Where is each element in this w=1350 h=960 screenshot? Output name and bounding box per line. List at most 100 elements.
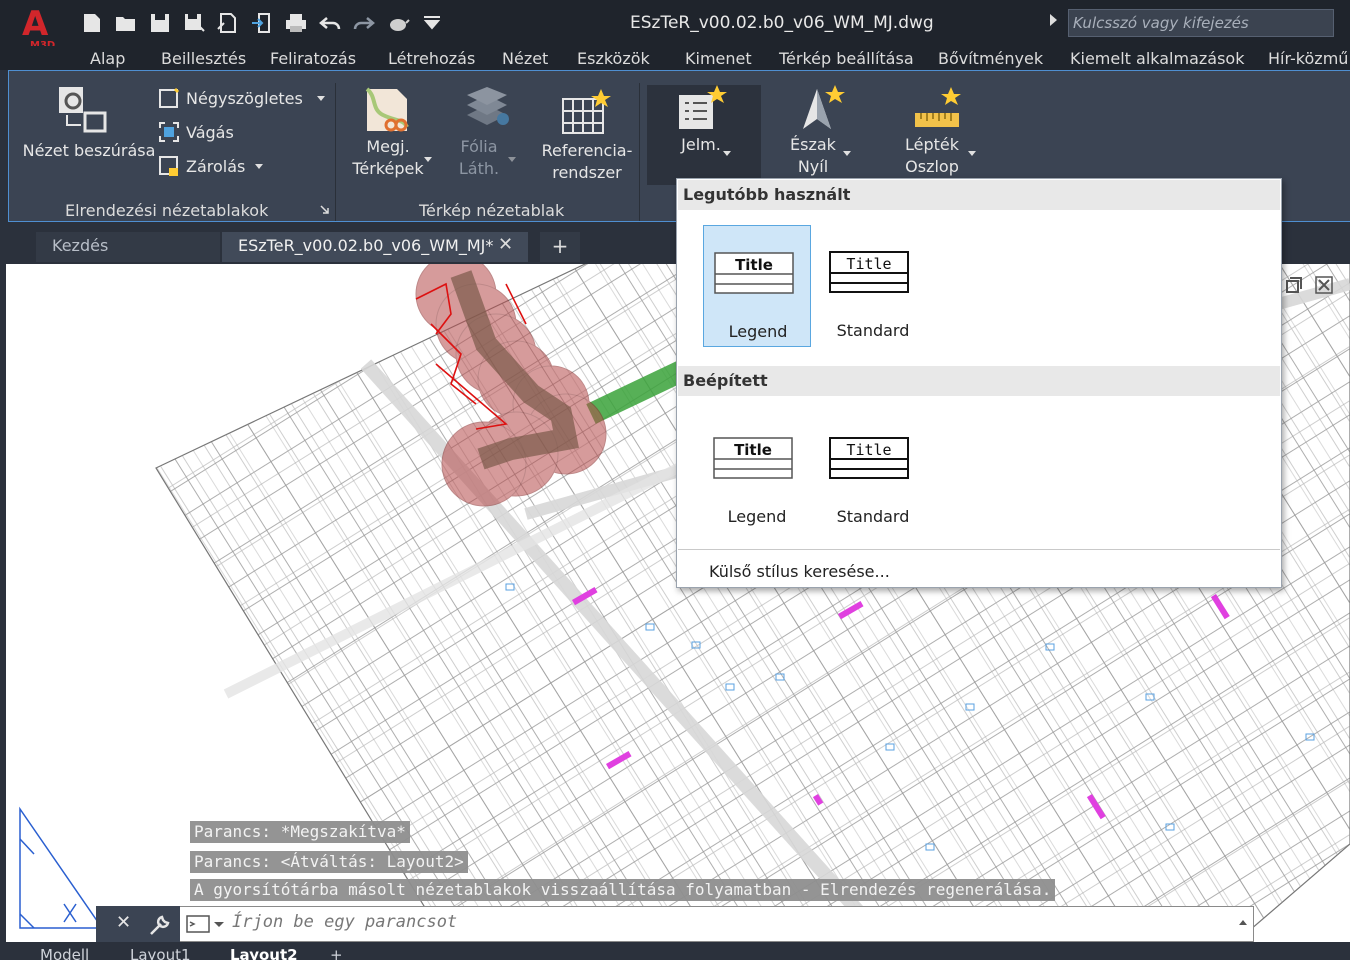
save-as-icon[interactable] [182, 11, 206, 35]
standard-thumbnail-icon: Title [829, 437, 909, 479]
chevron-down-icon [255, 163, 264, 169]
insert-view-label[interactable]: Nézet beszúrása [19, 140, 159, 162]
lock-button[interactable]: Zárolás [158, 155, 264, 177]
quick-access-toolbar [80, 10, 444, 36]
thumb-title: Title [734, 441, 772, 459]
legend-style-dropdown: Legutóbb használt Title Legend Title Sta… [676, 178, 1282, 588]
tab-terkep-beallitasa[interactable]: Térkép beállítása [779, 49, 914, 68]
close-viewport-icon[interactable] [1314, 275, 1334, 295]
tab-eszkozok[interactable]: Eszközök [577, 49, 650, 68]
layer-line2: Láth. [458, 159, 500, 178]
scale-line2: Oszlop [905, 157, 959, 176]
import-icon[interactable] [250, 11, 274, 35]
tab-beillesztes[interactable]: Beillesztés [161, 49, 246, 68]
builtin-standard-style[interactable]: Title Standard [819, 411, 927, 531]
tab-nezet[interactable]: Nézet [502, 49, 548, 68]
export-icon[interactable] [216, 11, 240, 35]
tab-feliratozas[interactable]: Feliratozás [270, 49, 356, 68]
tab-active-label: ESzTeR_v00.02.b0_v06_WM_MJ* [238, 236, 494, 255]
layout-tab-model[interactable]: Modell [40, 946, 89, 960]
panel-title-layout-viewports: Elrendezési nézetablakok [65, 201, 269, 220]
scale-bar-label[interactable]: Lépték Oszlop [895, 134, 969, 178]
rectangular-button[interactable]: Négyszögletes [158, 87, 325, 109]
scale-bar-icon[interactable] [913, 85, 965, 131]
panel-launcher-icon[interactable] [320, 205, 330, 215]
close-icon[interactable]: ✕ [498, 234, 513, 255]
app-logo[interactable]: A M3D [20, 4, 60, 51]
tab-kimenet[interactable]: Kimenet [685, 49, 752, 68]
tab-hir-kozmu[interactable]: Hír-közmű [1268, 49, 1348, 68]
document-title: ESzTeR_v00.02.b0_v06_WM_MJ.dwg [630, 13, 934, 33]
command-history-line: Parancs: *Megszakítva* [190, 821, 410, 843]
chevron-down-icon [508, 157, 516, 162]
tab-start[interactable]: Kezdés [36, 232, 220, 262]
reference-line1: Referencia- [541, 141, 633, 160]
north-line2: Nyíl [797, 157, 829, 176]
item-label: Legend [727, 507, 787, 526]
builtin-legend-style[interactable]: Title Legend [703, 411, 811, 531]
chevron-down-icon [968, 151, 976, 156]
layout-tab-layout2[interactable]: Layout2 [230, 946, 298, 960]
map-book-label[interactable]: Megj. Térképek [343, 136, 433, 180]
tab-active-document[interactable]: ESzTeR_v00.02.b0_v06_WM_MJ* ✕ [222, 232, 528, 262]
chevron-down-icon [843, 151, 851, 156]
legend-label[interactable]: Jelm. [671, 134, 731, 156]
undo-icon[interactable] [318, 11, 342, 35]
search-expand-icon[interactable] [1050, 14, 1057, 26]
search-input[interactable]: Kulcsszó vagy kifejezés [1068, 9, 1334, 37]
clip-icon [159, 122, 179, 142]
recent-standard-style[interactable]: Title Standard [819, 225, 927, 345]
layout-tab-layout1[interactable]: Layout1 [130, 946, 191, 960]
rectangular-label: Négyszögletes [186, 88, 303, 108]
chevron-down-icon [723, 151, 731, 156]
new-tab-button[interactable]: + [540, 232, 580, 262]
builtin-section-header: Beépített [678, 366, 1280, 396]
map-book-line1: Megj. [366, 137, 410, 156]
clip-button[interactable]: Vágás [158, 121, 234, 143]
teapot-icon[interactable] [386, 11, 410, 35]
recent-legend-style[interactable]: Title Legend [703, 225, 811, 347]
viewport-controls [1284, 275, 1334, 295]
redo-icon[interactable] [352, 11, 376, 35]
layer-visibility-label: Fólia Láth. [449, 136, 509, 180]
tab-bovitmenyek[interactable]: Bővítmények [938, 49, 1043, 68]
command-history-toggle-icon[interactable] [1238, 918, 1248, 928]
item-label: Legend [728, 322, 788, 341]
open-folder-icon[interactable] [114, 11, 138, 35]
logo-letter: A [22, 4, 49, 44]
reference-system-label[interactable]: Referencia- rendszer [535, 140, 639, 184]
new-file-icon[interactable] [80, 11, 104, 35]
command-input[interactable]: Írjon be egy parancsot [232, 912, 457, 932]
map-book-icon[interactable] [363, 85, 413, 135]
command-prompt-icon[interactable] [186, 914, 226, 934]
restore-viewport-icon[interactable] [1284, 275, 1304, 295]
thumb-title: Title [735, 256, 773, 274]
reference-line2: rendszer [552, 163, 622, 182]
browse-external-style[interactable]: Külső stílus keresése... [678, 549, 1280, 587]
customize-icon[interactable] [420, 11, 444, 35]
lock-icon [159, 156, 178, 176]
north-arrow-label[interactable]: Észak Nyíl [781, 134, 845, 178]
print-icon[interactable] [284, 11, 308, 35]
close-icon[interactable]: ✕ [116, 912, 131, 933]
thumb-title: Title [846, 255, 891, 273]
layer-visibility-icon[interactable] [463, 85, 513, 135]
item-label: Standard [836, 321, 910, 340]
north-arrow-icon[interactable] [797, 85, 847, 135]
save-icon[interactable] [148, 11, 172, 35]
add-layout-icon[interactable]: + [330, 946, 343, 960]
wrench-icon[interactable] [148, 913, 172, 937]
clip-label: Vágás [186, 122, 234, 142]
tab-letrehozas[interactable]: Létrehozás [388, 49, 475, 68]
standard-thumbnail-icon: Title [829, 251, 909, 293]
tab-alap[interactable]: Alap [90, 49, 125, 68]
map-book-line2: Térképek [352, 159, 424, 178]
status-bar: Modell Layout1 Layout2 + [0, 942, 1350, 960]
command-tools: ✕ [96, 906, 180, 942]
legend-icon[interactable] [677, 85, 729, 131]
insert-view-icon[interactable] [57, 85, 111, 133]
tab-kiemelt-alkalmazasok[interactable]: Kiemelt alkalmazások [1070, 49, 1244, 68]
thumb-title: Title [846, 441, 891, 459]
panel-title-map-viewport: Térkép nézetablak [419, 201, 565, 220]
reference-system-icon[interactable] [561, 87, 613, 135]
